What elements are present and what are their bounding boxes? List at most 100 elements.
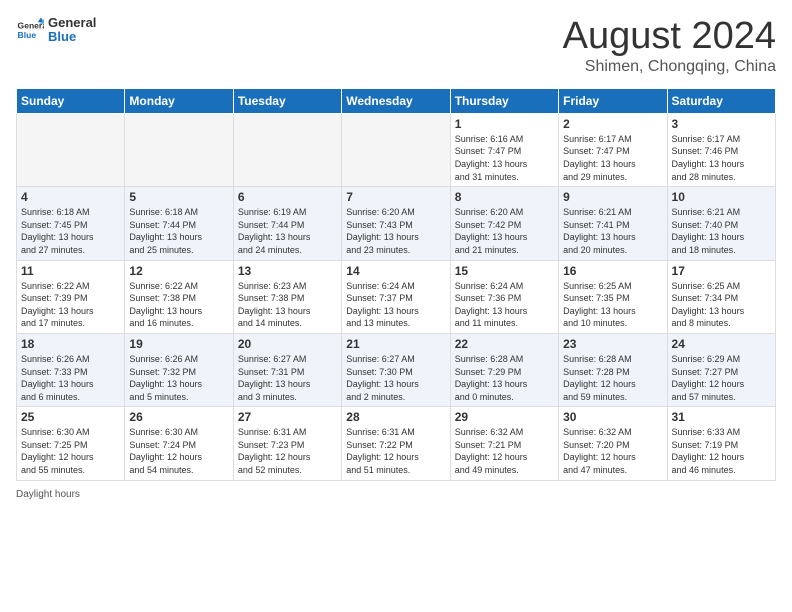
calendar-cell: 2 Sunrise: 6:17 AMSunset: 7:47 PMDaylight… xyxy=(559,113,667,186)
calendar-cell: 16Sunrise: 6:25 AMSunset: 7:35 PMDayligh… xyxy=(559,260,667,333)
calendar-cell: 1 Sunrise: 6:16 AMSunset: 7:47 PMDaylight… xyxy=(450,113,558,186)
calendar-row: 18 Sunrise: 6:26 AMSunset: 7:33 PMDayligh… xyxy=(17,333,776,406)
day-info: Sunrise: 6:16 AMSunset: 7:47 PMDaylight:… xyxy=(455,133,554,183)
day-info: Sunrise: 6:17 AMSunset: 7:46 PMDaylight:… xyxy=(672,133,771,183)
day-number: 14 xyxy=(346,264,445,278)
calendar-cell: 23 Sunrise: 6:28 AMSunset: 7:28 PMDayligh… xyxy=(559,333,667,406)
day-info: Sunrise: 6:18 AMSunset: 7:45 PMDaylight:… xyxy=(21,206,120,256)
title-area: August 2024 Shimen, Chongqing, China xyxy=(563,16,776,76)
svg-text:Blue: Blue xyxy=(18,30,37,40)
day-info: Sunrise: 6:30 AMSunset: 7:25 PMDaylight:… xyxy=(21,426,120,476)
day-number: 30 xyxy=(563,410,662,424)
logo-icon: General Blue xyxy=(16,16,44,44)
day-number: 13 xyxy=(238,264,337,278)
day-number: 9 xyxy=(563,190,662,204)
calendar-day-header: Saturday xyxy=(667,88,775,113)
calendar-cell: 27Sunrise: 6:31 AMSunset: 7:23 PMDayligh… xyxy=(233,407,341,480)
day-number: 1 xyxy=(455,117,554,131)
day-info: Sunrise: 6:32 AMSunset: 7:20 PMDaylight:… xyxy=(563,426,662,476)
calendar-day-header: Wednesday xyxy=(342,88,450,113)
calendar-row: 1 Sunrise: 6:16 AMSunset: 7:47 PMDaylight… xyxy=(17,113,776,186)
calendar-cell: 28Sunrise: 6:31 AMSunset: 7:22 PMDayligh… xyxy=(342,407,450,480)
calendar-cell: 24 Sunrise: 6:29 AMSunset: 7:27 PMDayligh… xyxy=(667,333,775,406)
day-number: 29 xyxy=(455,410,554,424)
day-number: 12 xyxy=(129,264,228,278)
day-number: 7 xyxy=(346,190,445,204)
day-info: Sunrise: 6:24 AMSunset: 7:37 PMDaylight:… xyxy=(346,280,445,330)
header: General Blue General Blue August 2024 Sh… xyxy=(16,16,776,76)
day-number: 20 xyxy=(238,337,337,351)
day-number: 27 xyxy=(238,410,337,424)
calendar-cell: 22Sunrise: 6:28 AMSunset: 7:29 PMDayligh… xyxy=(450,333,558,406)
calendar-cell: 20 Sunrise: 6:27 AMSunset: 7:31 PMDayligh… xyxy=(233,333,341,406)
calendar-day-header: Sunday xyxy=(17,88,125,113)
day-number: 2 xyxy=(563,117,662,131)
day-number: 8 xyxy=(455,190,554,204)
day-number: 3 xyxy=(672,117,771,131)
day-info: Sunrise: 6:26 AMSunset: 7:32 PMDaylight:… xyxy=(129,353,228,403)
calendar-cell: 3 Sunrise: 6:17 AMSunset: 7:46 PMDaylight… xyxy=(667,113,775,186)
logo: General Blue General Blue xyxy=(16,16,96,45)
calendar-table: SundayMondayTuesdayWednesdayThursdayFrid… xyxy=(16,88,776,481)
calendar-cell: 29 Sunrise: 6:32 AMSunset: 7:21 PMDayligh… xyxy=(450,407,558,480)
day-number: 15 xyxy=(455,264,554,278)
day-info: Sunrise: 6:28 AMSunset: 7:28 PMDaylight:… xyxy=(563,353,662,403)
day-number: 11 xyxy=(21,264,120,278)
day-number: 31 xyxy=(672,410,771,424)
calendar-cell: 5Sunrise: 6:18 AMSunset: 7:44 PMDaylight… xyxy=(125,187,233,260)
day-number: 22 xyxy=(455,337,554,351)
calendar-cell: 31 Sunrise: 6:33 AMSunset: 7:19 PMDayligh… xyxy=(667,407,775,480)
day-number: 18 xyxy=(21,337,120,351)
calendar-cell xyxy=(125,113,233,186)
logo-blue: Blue xyxy=(48,30,96,44)
day-info: Sunrise: 6:31 AMSunset: 7:22 PMDaylight:… xyxy=(346,426,445,476)
calendar-cell: 15 Sunrise: 6:24 AMSunset: 7:36 PMDayligh… xyxy=(450,260,558,333)
calendar-day-header: Thursday xyxy=(450,88,558,113)
day-number: 24 xyxy=(672,337,771,351)
day-info: Sunrise: 6:22 AMSunset: 7:39 PMDaylight:… xyxy=(21,280,120,330)
day-number: 17 xyxy=(672,264,771,278)
calendar-cell: 10Sunrise: 6:21 AMSunset: 7:40 PMDayligh… xyxy=(667,187,775,260)
calendar-day-header: Tuesday xyxy=(233,88,341,113)
calendar-row: 4Sunrise: 6:18 AMSunset: 7:45 PMDaylight… xyxy=(17,187,776,260)
logo-general: General xyxy=(48,16,96,30)
day-number: 26 xyxy=(129,410,228,424)
calendar-cell: 14 Sunrise: 6:24 AMSunset: 7:37 PMDayligh… xyxy=(342,260,450,333)
day-info: Sunrise: 6:33 AMSunset: 7:19 PMDaylight:… xyxy=(672,426,771,476)
calendar-row: 25Sunrise: 6:30 AMSunset: 7:25 PMDayligh… xyxy=(17,407,776,480)
calendar-day-header: Monday xyxy=(125,88,233,113)
calendar-cell: 11 Sunrise: 6:22 AMSunset: 7:39 PMDayligh… xyxy=(17,260,125,333)
calendar-cell: 12Sunrise: 6:22 AMSunset: 7:38 PMDayligh… xyxy=(125,260,233,333)
day-number: 5 xyxy=(129,190,228,204)
day-info: Sunrise: 6:27 AMSunset: 7:31 PMDaylight:… xyxy=(238,353,337,403)
calendar-cell: 6Sunrise: 6:19 AMSunset: 7:44 PMDaylight… xyxy=(233,187,341,260)
day-info: Sunrise: 6:29 AMSunset: 7:27 PMDaylight:… xyxy=(672,353,771,403)
day-number: 19 xyxy=(129,337,228,351)
day-info: Sunrise: 6:23 AMSunset: 7:38 PMDaylight:… xyxy=(238,280,337,330)
calendar-cell: 26Sunrise: 6:30 AMSunset: 7:24 PMDayligh… xyxy=(125,407,233,480)
calendar-cell: 7 Sunrise: 6:20 AMSunset: 7:43 PMDaylight… xyxy=(342,187,450,260)
day-info: Sunrise: 6:17 AMSunset: 7:47 PMDaylight:… xyxy=(563,133,662,183)
calendar-cell: 17 Sunrise: 6:25 AMSunset: 7:34 PMDayligh… xyxy=(667,260,775,333)
calendar-cell: 9Sunrise: 6:21 AMSunset: 7:41 PMDaylight… xyxy=(559,187,667,260)
calendar-cell: 21Sunrise: 6:27 AMSunset: 7:30 PMDayligh… xyxy=(342,333,450,406)
calendar-cell: 30 Sunrise: 6:32 AMSunset: 7:20 PMDayligh… xyxy=(559,407,667,480)
calendar-row: 11 Sunrise: 6:22 AMSunset: 7:39 PMDayligh… xyxy=(17,260,776,333)
day-info: Sunrise: 6:26 AMSunset: 7:33 PMDaylight:… xyxy=(21,353,120,403)
day-info: Sunrise: 6:24 AMSunset: 7:36 PMDaylight:… xyxy=(455,280,554,330)
day-info: Sunrise: 6:20 AMSunset: 7:43 PMDaylight:… xyxy=(346,206,445,256)
month-title: August 2024 xyxy=(563,16,776,58)
calendar-cell: 19 Sunrise: 6:26 AMSunset: 7:32 PMDayligh… xyxy=(125,333,233,406)
calendar-cell xyxy=(342,113,450,186)
day-number: 16 xyxy=(563,264,662,278)
calendar-cell: 13 Sunrise: 6:23 AMSunset: 7:38 PMDayligh… xyxy=(233,260,341,333)
calendar-cell: 8 Sunrise: 6:20 AMSunset: 7:42 PMDaylight… xyxy=(450,187,558,260)
day-info: Sunrise: 6:32 AMSunset: 7:21 PMDaylight:… xyxy=(455,426,554,476)
day-info: Sunrise: 6:20 AMSunset: 7:42 PMDaylight:… xyxy=(455,206,554,256)
day-info: Sunrise: 6:25 AMSunset: 7:34 PMDaylight:… xyxy=(672,280,771,330)
calendar-header-row: SundayMondayTuesdayWednesdayThursdayFrid… xyxy=(17,88,776,113)
location-title: Shimen, Chongqing, China xyxy=(563,58,776,76)
day-number: 10 xyxy=(672,190,771,204)
calendar-cell: 18 Sunrise: 6:26 AMSunset: 7:33 PMDayligh… xyxy=(17,333,125,406)
day-number: 23 xyxy=(563,337,662,351)
